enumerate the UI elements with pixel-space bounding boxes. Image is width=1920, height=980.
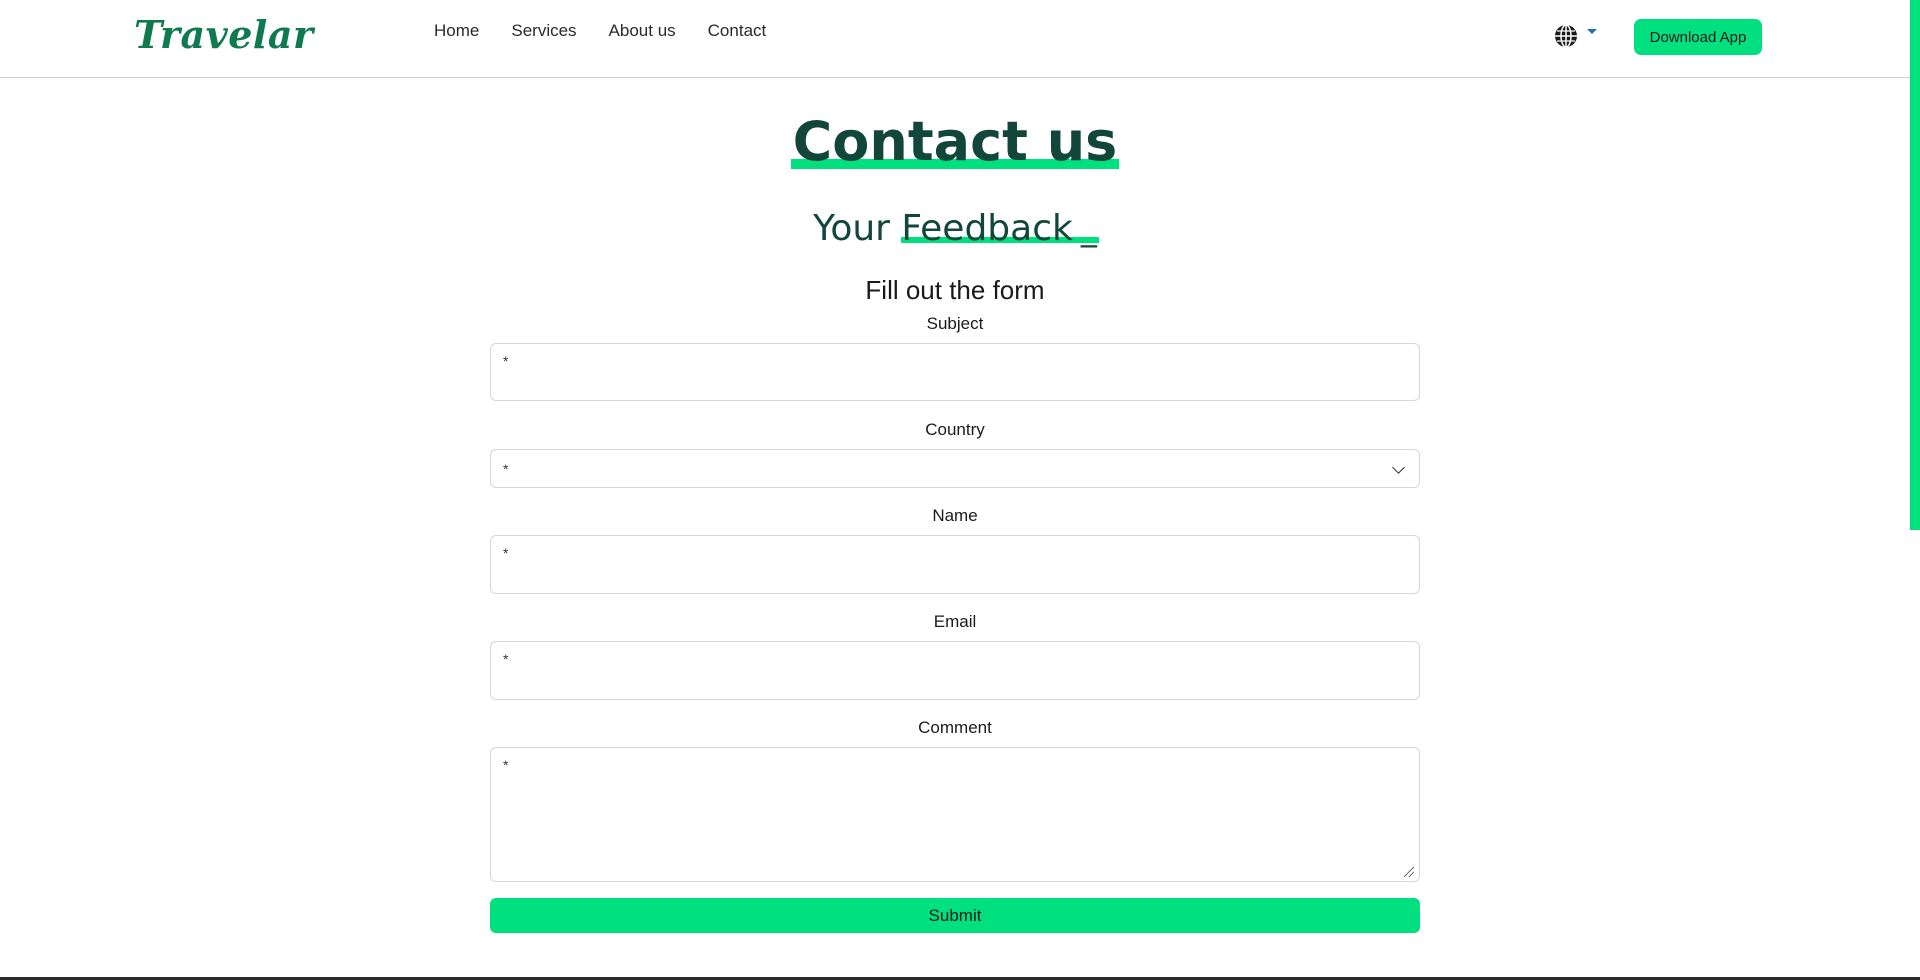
email-input[interactable]: * bbox=[490, 641, 1420, 700]
submit-button[interactable]: Submit bbox=[490, 898, 1420, 933]
form-heading: Fill out the form bbox=[865, 275, 1045, 305]
subject-input[interactable]: * bbox=[490, 343, 1420, 401]
name-input[interactable]: * bbox=[490, 535, 1420, 594]
top-navbar: Travelar Home Services About us Contact … bbox=[0, 0, 1920, 78]
subject-label: Subject bbox=[926, 314, 984, 333]
country-label: Country bbox=[925, 420, 985, 439]
chevron-down-icon bbox=[1392, 461, 1405, 474]
subtitle-container: Your Feedback _ bbox=[0, 208, 1910, 249]
globe-icon bbox=[1555, 24, 1577, 48]
subtitle-prefix: Your bbox=[813, 208, 890, 249]
resize-handle-icon[interactable] bbox=[1404, 867, 1414, 877]
main-nav: Home Services About us Contact bbox=[434, 21, 798, 41]
country-select-value: * bbox=[503, 461, 509, 477]
page-title: Contact us bbox=[790, 110, 1119, 173]
nav-link-home[interactable]: Home bbox=[434, 21, 479, 41]
nav-link-services[interactable]: Services bbox=[511, 21, 576, 41]
comment-label: Comment bbox=[918, 718, 992, 737]
download-app-button[interactable]: Download App bbox=[1634, 19, 1762, 55]
comment-placeholder: * bbox=[503, 757, 509, 773]
typing-cursor: _ bbox=[1080, 210, 1097, 248]
travelar-logo[interactable]: Travelar bbox=[134, 12, 314, 57]
subtitle: Your Feedback _ bbox=[813, 208, 1100, 249]
email-label: Email bbox=[933, 612, 977, 631]
country-select[interactable]: * bbox=[490, 449, 1420, 488]
language-selector[interactable] bbox=[1553, 23, 1597, 49]
subtitle-highlight: Feedback bbox=[901, 208, 1100, 249]
nav-link-contact[interactable]: Contact bbox=[708, 21, 767, 41]
nav-link-about-us[interactable]: About us bbox=[609, 21, 676, 41]
page-title-container: Contact us bbox=[0, 110, 1910, 173]
name-label: Name bbox=[932, 506, 978, 525]
scrollbar-thumb[interactable] bbox=[1910, 0, 1920, 530]
comment-textarea[interactable]: * bbox=[490, 747, 1420, 882]
caret-down-icon bbox=[1587, 29, 1597, 34]
